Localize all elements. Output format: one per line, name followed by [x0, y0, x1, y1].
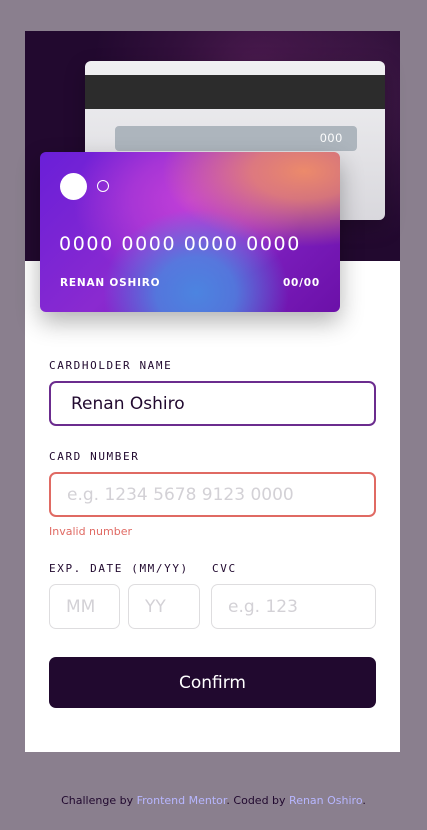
attribution-footer: Challenge by Frontend Mentor. Coded by R…	[0, 794, 427, 807]
card-chip-circle-icon	[60, 173, 87, 200]
cardholder-name-label: CARDHOLDER NAME	[49, 359, 173, 372]
footer-suffix: .	[362, 794, 366, 807]
magnetic-strip	[85, 75, 385, 109]
hero-background: 000 0000 0000 0000 0000 RENAN OSHIRO 00/…	[25, 31, 400, 312]
cvc-input[interactable]	[211, 584, 376, 629]
card-chip-ring-icon	[97, 180, 109, 192]
confirm-button[interactable]: Confirm	[49, 657, 376, 708]
card-front-number: 0000 0000 0000 0000	[59, 233, 301, 255]
signature-strip: 000	[115, 126, 357, 151]
app-panel: 000 0000 0000 0000 0000 RENAN OSHIRO 00/…	[25, 31, 400, 752]
card-number-label: CARD NUMBER	[49, 450, 140, 463]
exp-date-label: EXP. DATE (MM/YY)	[49, 562, 189, 575]
card-number-input[interactable]	[49, 472, 376, 517]
cardholder-name-input[interactable]	[49, 381, 376, 426]
footer-middle: . Coded by	[226, 794, 290, 807]
cvc-label: CVC	[212, 562, 237, 575]
author-link[interactable]: Renan Oshiro	[289, 794, 362, 807]
exp-month-input[interactable]	[49, 584, 120, 629]
card-front-name: RENAN OSHIRO	[60, 277, 161, 289]
card-front-expiry: 00/00	[282, 277, 320, 289]
card-number-error: Invalid number	[49, 525, 132, 538]
exp-year-input[interactable]	[128, 584, 200, 629]
footer-prefix: Challenge by	[61, 794, 137, 807]
frontend-mentor-link[interactable]: Frontend Mentor	[137, 794, 227, 807]
card-front: 0000 0000 0000 0000 RENAN OSHIRO 00/00	[40, 152, 340, 312]
card-back-cvc: 000	[319, 131, 343, 145]
